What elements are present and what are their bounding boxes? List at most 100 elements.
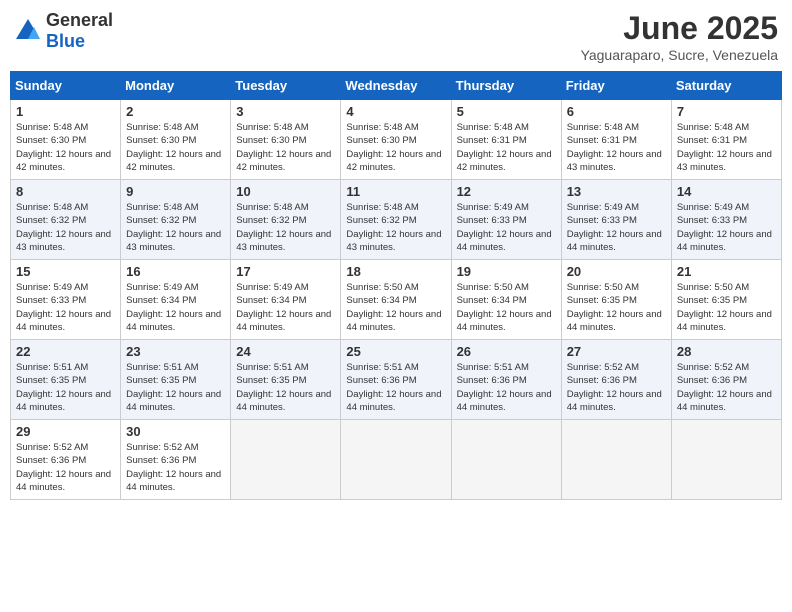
calendar-day-cell: 12 Sunrise: 5:49 AMSunset: 6:33 PMDayligh… — [451, 180, 561, 260]
calendar-day-cell: 11 Sunrise: 5:48 AMSunset: 6:32 PMDayligh… — [341, 180, 451, 260]
day-info: Sunrise: 5:50 AMSunset: 6:35 PMDaylight:… — [677, 281, 776, 334]
calendar-day-cell: 14 Sunrise: 5:49 AMSunset: 6:33 PMDayligh… — [671, 180, 781, 260]
month-title: June 2025 — [581, 10, 778, 47]
day-number: 30 — [126, 424, 225, 439]
day-number: 13 — [567, 184, 666, 199]
day-info: Sunrise: 5:48 AMSunset: 6:32 PMDaylight:… — [126, 201, 225, 254]
weekday-header-sunday: Sunday — [11, 72, 121, 100]
calendar-day-cell — [341, 420, 451, 500]
logo: General Blue — [14, 10, 113, 52]
day-number: 7 — [677, 104, 776, 119]
day-number: 5 — [457, 104, 556, 119]
day-number: 20 — [567, 264, 666, 279]
day-info: Sunrise: 5:48 AMSunset: 6:32 PMDaylight:… — [346, 201, 445, 254]
page-header: General Blue June 2025 Yaguaraparo, Sucr… — [10, 10, 782, 63]
day-info: Sunrise: 5:51 AMSunset: 6:35 PMDaylight:… — [236, 361, 335, 414]
day-info: Sunrise: 5:51 AMSunset: 6:35 PMDaylight:… — [16, 361, 115, 414]
calendar-day-cell: 16 Sunrise: 5:49 AMSunset: 6:34 PMDayligh… — [121, 260, 231, 340]
day-number: 6 — [567, 104, 666, 119]
calendar-day-cell — [671, 420, 781, 500]
calendar-day-cell: 6 Sunrise: 5:48 AMSunset: 6:31 PMDaylight… — [561, 100, 671, 180]
day-number: 2 — [126, 104, 225, 119]
day-info: Sunrise: 5:48 AMSunset: 6:30 PMDaylight:… — [346, 121, 445, 174]
day-number: 25 — [346, 344, 445, 359]
day-info: Sunrise: 5:48 AMSunset: 6:31 PMDaylight:… — [457, 121, 556, 174]
calendar-day-cell: 9 Sunrise: 5:48 AMSunset: 6:32 PMDaylight… — [121, 180, 231, 260]
day-info: Sunrise: 5:49 AMSunset: 6:33 PMDaylight:… — [677, 201, 776, 254]
day-info: Sunrise: 5:49 AMSunset: 6:34 PMDaylight:… — [236, 281, 335, 334]
calendar-day-cell: 23Sunrise: 5:51 AMSunset: 6:35 PMDayligh… — [121, 340, 231, 420]
calendar-day-cell: 1 Sunrise: 5:48 AMSunset: 6:30 PMDaylight… — [11, 100, 121, 180]
day-info: Sunrise: 5:48 AMSunset: 6:30 PMDaylight:… — [126, 121, 225, 174]
day-number: 10 — [236, 184, 335, 199]
calendar-day-cell — [231, 420, 341, 500]
day-info: Sunrise: 5:50 AMSunset: 6:35 PMDaylight:… — [567, 281, 666, 334]
day-info: Sunrise: 5:50 AMSunset: 6:34 PMDaylight:… — [346, 281, 445, 334]
day-number: 28 — [677, 344, 776, 359]
weekday-header-row: SundayMondayTuesdayWednesdayThursdayFrid… — [11, 72, 782, 100]
day-info: Sunrise: 5:49 AMSunset: 6:33 PMDaylight:… — [16, 281, 115, 334]
day-info: Sunrise: 5:51 AMSunset: 6:36 PMDaylight:… — [457, 361, 556, 414]
calendar-day-cell: 19 Sunrise: 5:50 AMSunset: 6:34 PMDayligh… — [451, 260, 561, 340]
day-number: 21 — [677, 264, 776, 279]
day-info: Sunrise: 5:52 AMSunset: 6:36 PMDaylight:… — [677, 361, 776, 414]
day-number: 3 — [236, 104, 335, 119]
calendar-day-cell: 17Sunrise: 5:49 AMSunset: 6:34 PMDayligh… — [231, 260, 341, 340]
day-info: Sunrise: 5:49 AMSunset: 6:33 PMDaylight:… — [457, 201, 556, 254]
weekday-header-thursday: Thursday — [451, 72, 561, 100]
calendar-day-cell: 18 Sunrise: 5:50 AMSunset: 6:34 PMDayligh… — [341, 260, 451, 340]
day-number: 14 — [677, 184, 776, 199]
weekday-header-saturday: Saturday — [671, 72, 781, 100]
day-number: 16 — [126, 264, 225, 279]
day-number: 11 — [346, 184, 445, 199]
day-number: 19 — [457, 264, 556, 279]
day-info: Sunrise: 5:48 AMSunset: 6:31 PMDaylight:… — [567, 121, 666, 174]
day-number: 24 — [236, 344, 335, 359]
day-number: 18 — [346, 264, 445, 279]
day-number: 9 — [126, 184, 225, 199]
calendar-day-cell: 15Sunrise: 5:49 AMSunset: 6:33 PMDayligh… — [11, 260, 121, 340]
calendar-day-cell: 28 Sunrise: 5:52 AMSunset: 6:36 PMDayligh… — [671, 340, 781, 420]
calendar-day-cell: 21 Sunrise: 5:50 AMSunset: 6:35 PMDayligh… — [671, 260, 781, 340]
calendar-week-row: 15Sunrise: 5:49 AMSunset: 6:33 PMDayligh… — [11, 260, 782, 340]
calendar-day-cell: 3 Sunrise: 5:48 AMSunset: 6:30 PMDaylight… — [231, 100, 341, 180]
title-block: June 2025 Yaguaraparo, Sucre, Venezuela — [581, 10, 778, 63]
calendar-day-cell: 24 Sunrise: 5:51 AMSunset: 6:35 PMDayligh… — [231, 340, 341, 420]
weekday-header-wednesday: Wednesday — [341, 72, 451, 100]
day-info: Sunrise: 5:52 AMSunset: 6:36 PMDaylight:… — [16, 441, 115, 494]
calendar-week-row: 22 Sunrise: 5:51 AMSunset: 6:35 PMDayligh… — [11, 340, 782, 420]
weekday-header-tuesday: Tuesday — [231, 72, 341, 100]
logo-blue-text: Blue — [46, 31, 85, 51]
calendar-week-row: 8Sunrise: 5:48 AMSunset: 6:32 PMDaylight… — [11, 180, 782, 260]
day-number: 26 — [457, 344, 556, 359]
day-info: Sunrise: 5:52 AMSunset: 6:36 PMDaylight:… — [567, 361, 666, 414]
calendar-day-cell: 25 Sunrise: 5:51 AMSunset: 6:36 PMDayligh… — [341, 340, 451, 420]
day-number: 12 — [457, 184, 556, 199]
calendar-day-cell: 7 Sunrise: 5:48 AMSunset: 6:31 PMDaylight… — [671, 100, 781, 180]
day-info: Sunrise: 5:49 AMSunset: 6:34 PMDaylight:… — [126, 281, 225, 334]
day-number: 23 — [126, 344, 225, 359]
day-info: Sunrise: 5:48 AMSunset: 6:30 PMDaylight:… — [16, 121, 115, 174]
day-number: 1 — [16, 104, 115, 119]
calendar-day-cell: 8Sunrise: 5:48 AMSunset: 6:32 PMDaylight… — [11, 180, 121, 260]
day-info: Sunrise: 5:52 AMSunset: 6:36 PMDaylight:… — [126, 441, 225, 494]
calendar-table: SundayMondayTuesdayWednesdayThursdayFrid… — [10, 71, 782, 500]
calendar-day-cell: 4 Sunrise: 5:48 AMSunset: 6:30 PMDaylight… — [341, 100, 451, 180]
calendar-day-cell: 10 Sunrise: 5:48 AMSunset: 6:32 PMDayligh… — [231, 180, 341, 260]
calendar-day-cell — [561, 420, 671, 500]
day-info: Sunrise: 5:48 AMSunset: 6:32 PMDaylight:… — [236, 201, 335, 254]
day-number: 27 — [567, 344, 666, 359]
day-info: Sunrise: 5:48 AMSunset: 6:31 PMDaylight:… — [677, 121, 776, 174]
day-number: 4 — [346, 104, 445, 119]
day-info: Sunrise: 5:50 AMSunset: 6:34 PMDaylight:… — [457, 281, 556, 334]
calendar-week-row: 29 Sunrise: 5:52 AMSunset: 6:36 PMDayligh… — [11, 420, 782, 500]
day-info: Sunrise: 5:51 AMSunset: 6:36 PMDaylight:… — [346, 361, 445, 414]
logo-general-text: General — [46, 10, 113, 30]
calendar-day-cell: 13 Sunrise: 5:49 AMSunset: 6:33 PMDayligh… — [561, 180, 671, 260]
weekday-header-friday: Friday — [561, 72, 671, 100]
day-info: Sunrise: 5:49 AMSunset: 6:33 PMDaylight:… — [567, 201, 666, 254]
calendar-day-cell: 20 Sunrise: 5:50 AMSunset: 6:35 PMDayligh… — [561, 260, 671, 340]
day-number: 22 — [16, 344, 115, 359]
day-info: Sunrise: 5:48 AMSunset: 6:30 PMDaylight:… — [236, 121, 335, 174]
day-number: 29 — [16, 424, 115, 439]
